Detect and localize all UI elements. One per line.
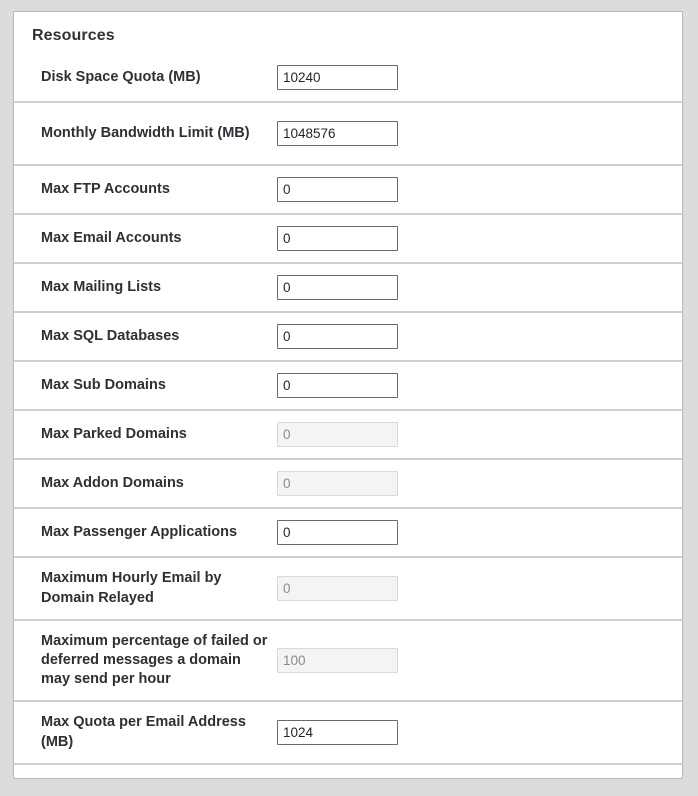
form-row-max-passenger-applications: Max Passenger Applications <box>14 509 682 558</box>
field-label-max-passenger-applications: Max Passenger Applications <box>41 523 238 540</box>
input-monthly-bandwidth-limit-mb[interactable] <box>277 121 398 146</box>
form-row-maximum-percentage-of-failed-or-deferred-message: Maximum percentage of failed or deferred… <box>14 621 682 702</box>
field-label-monthly-bandwidth-limit-mb: Monthly Bandwidth Limit (MB) <box>41 124 250 141</box>
field-cell <box>277 576 668 601</box>
field-label-max-email-accounts: Max Email Accounts <box>41 229 182 246</box>
input-max-sub-domains[interactable] <box>277 373 398 398</box>
form-row-max-sub-domains: Max Sub Domains <box>14 362 682 411</box>
input-max-parked-domains <box>277 422 398 447</box>
field-cell <box>277 177 668 202</box>
form-row-max-sql-databases: Max SQL Databases <box>14 313 682 362</box>
field-label-max-quota-per-email-address-mb: Max Quota per Email Address (MB) <box>41 714 246 750</box>
input-max-passenger-applications[interactable] <box>277 520 398 545</box>
panel-title: Resources <box>32 27 115 44</box>
field-cell <box>277 65 668 90</box>
field-label-maximum-percentage-of-failed-or-deferred-message: Maximum percentage of failed or deferred… <box>41 632 268 688</box>
resources-panel: Resources Disk Space Quota (MB) Monthly B… <box>13 11 683 779</box>
field-label-max-ftp-accounts: Max FTP Accounts <box>41 180 170 197</box>
field-cell <box>277 121 668 146</box>
field-label-max-sub-domains: Max Sub Domains <box>41 376 166 393</box>
field-cell <box>277 648 668 673</box>
form-row-max-email-accounts: Max Email Accounts <box>14 215 682 264</box>
input-max-sql-databases[interactable] <box>277 324 398 349</box>
input-max-mailing-lists[interactable] <box>277 275 398 300</box>
form-row-maximum-hourly-email-by-domain-relayed: Maximum Hourly Email by Domain Relayed <box>14 558 682 621</box>
field-label-max-sql-databases: Max SQL Databases <box>41 327 180 344</box>
input-max-quota-per-email-address-mb[interactable] <box>277 720 398 745</box>
input-max-email-accounts[interactable] <box>277 226 398 251</box>
input-disk-space-quota-mb[interactable] <box>277 65 398 90</box>
field-label-max-mailing-lists: Max Mailing Lists <box>41 278 162 295</box>
input-max-ftp-accounts[interactable] <box>277 177 398 202</box>
field-cell <box>277 720 668 745</box>
form-row-max-addon-domains: Max Addon Domains <box>14 460 682 509</box>
field-cell <box>277 324 668 349</box>
input-max-addon-domains <box>277 471 398 496</box>
field-label-max-parked-domains: Max Parked Domains <box>41 425 187 442</box>
resources-form: Disk Space Quota (MB) Monthly Bandwidth L… <box>14 54 682 765</box>
field-label-max-addon-domains: Max Addon Domains <box>41 474 184 491</box>
form-row-disk-space-quota-mb: Disk Space Quota (MB) <box>14 54 682 103</box>
form-row-max-quota-per-email-address-mb: Max Quota per Email Address (MB) <box>14 702 682 765</box>
field-cell <box>277 373 668 398</box>
field-cell <box>277 520 668 545</box>
form-row-max-parked-domains: Max Parked Domains <box>14 411 682 460</box>
field-cell <box>277 422 668 447</box>
form-row-max-mailing-lists: Max Mailing Lists <box>14 264 682 313</box>
input-maximum-hourly-email-by-domain-relayed <box>277 576 398 601</box>
field-label-disk-space-quota-mb: Disk Space Quota (MB) <box>41 68 201 85</box>
form-row-max-ftp-accounts: Max FTP Accounts <box>14 166 682 215</box>
field-cell <box>277 471 668 496</box>
field-cell <box>277 226 668 251</box>
input-maximum-percentage-of-failed-or-deferred-message <box>277 648 398 673</box>
field-cell <box>277 275 668 300</box>
form-row-monthly-bandwidth-limit-mb: Monthly Bandwidth Limit (MB) <box>14 103 682 166</box>
field-label-maximum-hourly-email-by-domain-relayed: Maximum Hourly Email by Domain Relayed <box>41 570 222 606</box>
